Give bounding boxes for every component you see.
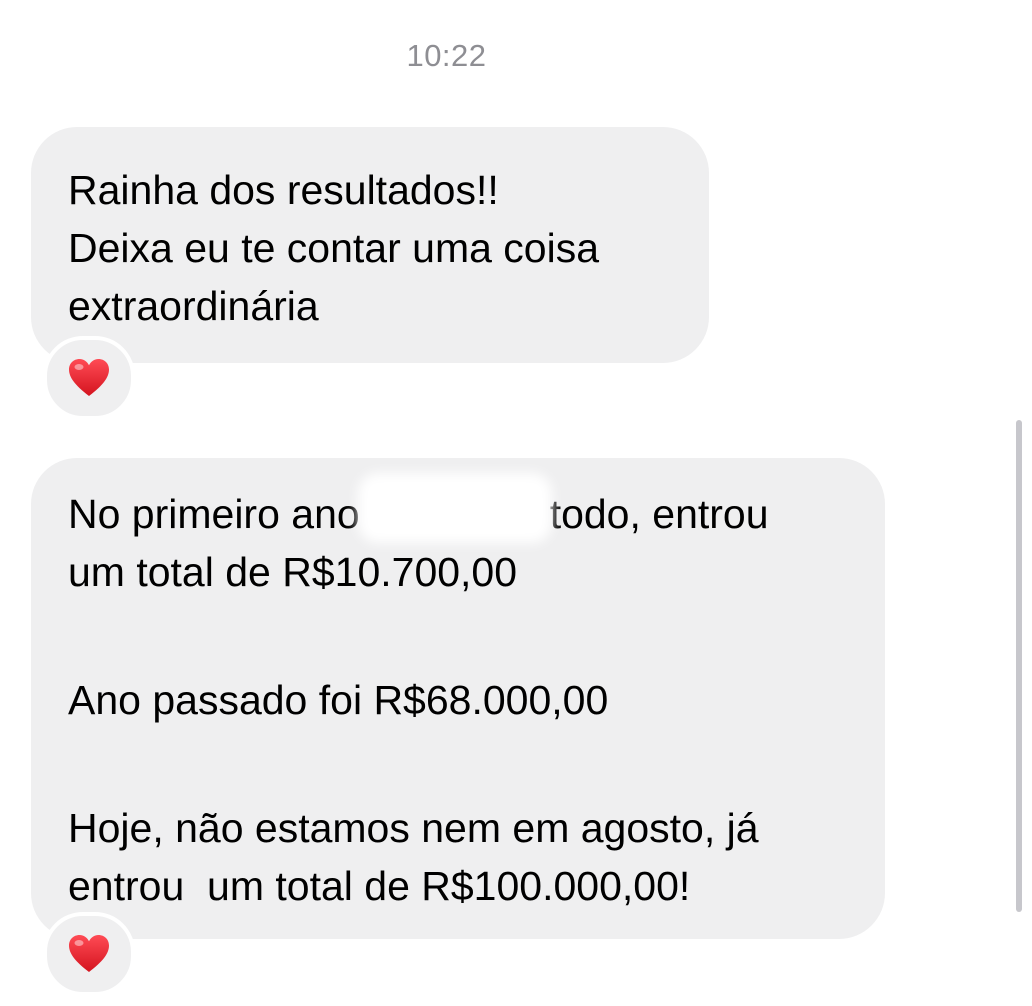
reaction-badge[interactable] [43, 336, 135, 420]
reaction-badge[interactable] [43, 912, 135, 996]
message-line: Hoje, não estamos nem em agosto, já [68, 805, 759, 851]
message-text: No primeiro ano [68, 491, 360, 537]
chat-screen: 10:22 Rainha dos resultados!! Deixa eu t… [0, 0, 1032, 1006]
message-line: entrou um total de R$100.000,00! [68, 863, 691, 909]
heart-icon [69, 359, 109, 396]
received-message-bubble[interactable]: Rainha dos resultados!! Deixa eu te cont… [31, 127, 709, 363]
message-line: extraordinária [68, 283, 319, 329]
scrollbar[interactable] [1016, 420, 1022, 912]
message-line: No primeiro ano todo, entrou [68, 485, 849, 543]
message-line: Ano passado foi R$68.000,00 [68, 677, 609, 723]
received-message-bubble[interactable]: No primeiro ano todo, entrou um total de … [31, 458, 885, 939]
message-line: Rainha dos resultados!! [68, 167, 499, 213]
redaction-blur [360, 485, 550, 543]
message-text: todo, entrou [549, 491, 769, 537]
heart-icon [69, 935, 109, 972]
message-line: um total de R$10.700,00 [68, 549, 518, 595]
message-line: Deixa eu te contar uma coisa [68, 225, 599, 271]
message-timestamp: 10:22 [406, 38, 487, 73]
